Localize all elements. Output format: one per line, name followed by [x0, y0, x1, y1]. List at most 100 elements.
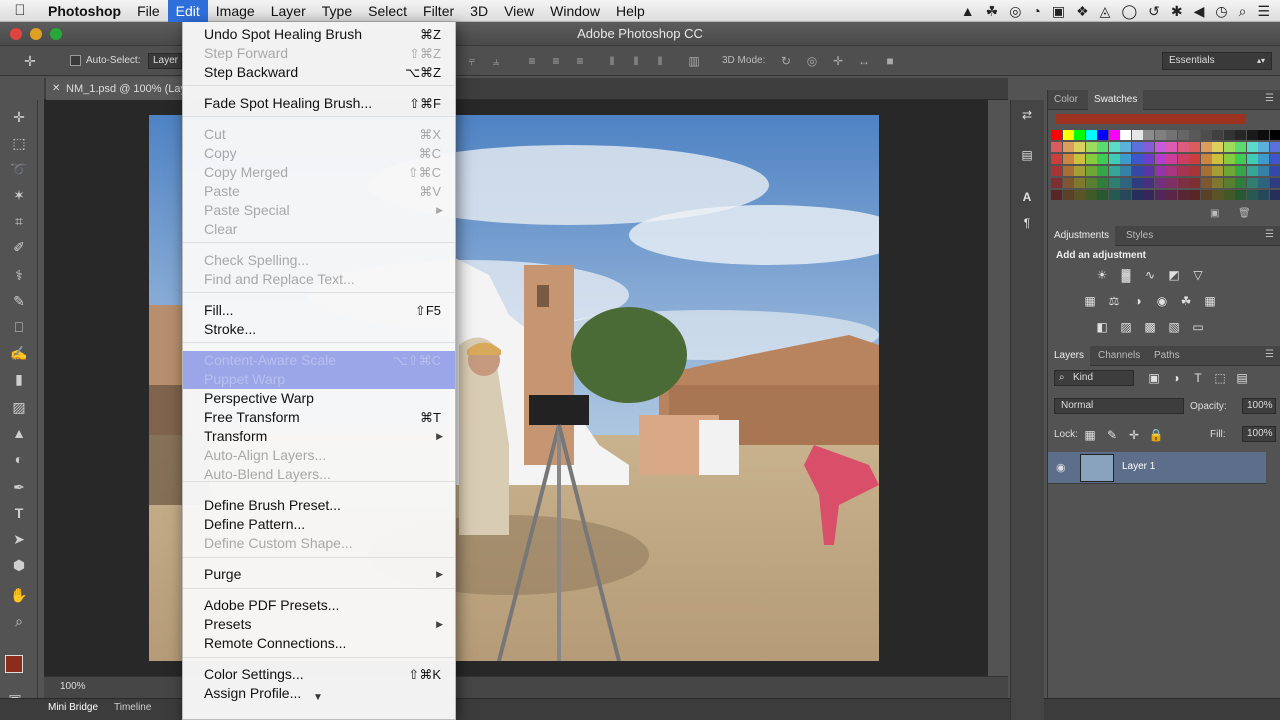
invert-icon[interactable]: ◧	[1094, 320, 1110, 334]
swatch[interactable]	[1120, 130, 1131, 140]
swatch[interactable]	[1269, 142, 1280, 152]
swatch[interactable]	[1258, 190, 1269, 200]
search-icon[interactable]: ⌕	[1239, 3, 1247, 20]
swatch[interactable]	[1223, 178, 1235, 188]
swatch[interactable]	[1166, 142, 1177, 152]
close-window-button[interactable]	[10, 28, 22, 40]
move-tool-preset-icon[interactable]: ✛	[22, 53, 38, 69]
swatch[interactable]	[1235, 178, 1246, 188]
swatch[interactable]	[1223, 142, 1235, 152]
menu-filter[interactable]: Filter	[415, 0, 462, 22]
filter-pixel-icon[interactable]: ▣	[1146, 371, 1162, 385]
swatch[interactable]	[1154, 142, 1166, 152]
edit-menu-item[interactable]: Stroke...	[183, 320, 455, 339]
menu-file[interactable]: File	[129, 0, 168, 22]
swatch[interactable]	[1097, 130, 1108, 140]
swatch[interactable]	[1235, 190, 1246, 200]
swatch[interactable]	[1143, 178, 1154, 188]
swatch[interactable]	[1062, 190, 1074, 200]
swatch[interactable]	[1269, 154, 1280, 164]
swatch[interactable]	[1189, 178, 1200, 188]
color-lookup-icon[interactable]: ▦	[1202, 294, 1218, 308]
3d-drag-icon[interactable]: ✛	[830, 53, 846, 69]
evernote-icon[interactable]: ☘	[986, 3, 999, 20]
hue-saturation-icon[interactable]: ▦	[1082, 294, 1098, 308]
edit-menu-item[interactable]: Remote Connections...	[183, 634, 455, 653]
type-tool-icon[interactable]: T	[8, 502, 30, 524]
new-swatch-icon[interactable]: ▣	[1210, 208, 1219, 219]
swatch[interactable]	[1258, 154, 1269, 164]
menu-window[interactable]: Window	[542, 0, 608, 22]
fill-input[interactable]: 100%	[1242, 426, 1276, 442]
align-top-icon[interactable]: ⫧	[464, 53, 480, 69]
pen-tool-icon[interactable]: ✒	[8, 476, 30, 498]
trash-icon[interactable]: 🗑	[1238, 208, 1251, 219]
swatch[interactable]	[1177, 130, 1189, 140]
path-selection-tool-icon[interactable]: ➤	[8, 528, 30, 550]
swatch[interactable]	[1074, 154, 1085, 164]
swatch[interactable]	[1269, 178, 1280, 188]
zoom-window-button[interactable]	[50, 28, 62, 40]
swatch[interactable]	[1200, 166, 1212, 176]
swatch[interactable]	[1269, 130, 1280, 140]
swatch[interactable]	[1166, 130, 1177, 140]
properties-panel-icon[interactable]: ▤	[1019, 148, 1035, 162]
3d-slide-icon[interactable]: ↔	[856, 53, 872, 69]
swatch[interactable]	[1074, 130, 1085, 140]
edit-menu-item[interactable]: Fade Spot Healing Brush... ⇧⌘F	[183, 94, 455, 113]
edit-menu-item[interactable]: Transform ▶	[183, 427, 455, 446]
history-panel-icon[interactable]: ⇄	[1019, 108, 1035, 122]
edit-menu-item[interactable]: Color Settings... ⇧⌘K	[183, 665, 455, 684]
lock-position-icon[interactable]: ✛	[1126, 428, 1142, 442]
swatch[interactable]	[1154, 178, 1166, 188]
menu-3d[interactable]: 3D	[462, 0, 496, 22]
tab-swatches[interactable]: Swatches	[1088, 90, 1144, 110]
swatch[interactable]	[1051, 130, 1062, 140]
workspace-switcher[interactable]: Essentials ▴▾	[1162, 52, 1272, 70]
edit-menu-item[interactable]: Define Brush Preset...	[183, 496, 455, 515]
apple-icon[interactable]: 	[0, 0, 40, 22]
swatch[interactable]	[1235, 154, 1246, 164]
swatch[interactable]	[1269, 190, 1280, 200]
swatch[interactable]	[1166, 154, 1177, 164]
swatch[interactable]	[1269, 166, 1280, 176]
swatch[interactable]	[1177, 178, 1189, 188]
tab-adjustments[interactable]: Adjustments	[1048, 226, 1116, 246]
swatch[interactable]	[1189, 190, 1200, 200]
swatch[interactable]	[1189, 142, 1200, 152]
eraser-tool-icon[interactable]: ▮	[8, 368, 30, 390]
swatch[interactable]	[1154, 154, 1166, 164]
zoom-level[interactable]: 100%	[60, 681, 86, 692]
auto-select-checkbox[interactable]	[70, 55, 81, 66]
filter-shape-icon[interactable]: ⬚	[1212, 371, 1228, 385]
swatch[interactable]	[1246, 190, 1258, 200]
swatch[interactable]	[1085, 190, 1097, 200]
swatch[interactable]	[1189, 154, 1200, 164]
swatch[interactable]	[1200, 130, 1212, 140]
swatch[interactable]	[1108, 142, 1120, 152]
swatch[interactable]	[1131, 166, 1143, 176]
timemachine-icon[interactable]: ↺	[1148, 3, 1160, 20]
swatch[interactable]	[1051, 166, 1062, 176]
swatch[interactable]	[1246, 154, 1258, 164]
document-tab[interactable]: ✕ NM_1.psd @ 100% (Lay	[46, 78, 186, 100]
swatch[interactable]	[1143, 130, 1154, 140]
swatch[interactable]	[1120, 190, 1131, 200]
gradient-map-icon[interactable]: ▭	[1190, 320, 1206, 334]
tab-mini-bridge[interactable]: Mini Bridge	[48, 702, 98, 713]
selective-color-icon[interactable]: ▧	[1166, 320, 1182, 334]
swatch[interactable]	[1062, 154, 1074, 164]
swatch[interactable]	[1223, 154, 1235, 164]
swatch[interactable]	[1097, 142, 1108, 152]
distribute-vcenter-icon[interactable]: ≡	[548, 53, 564, 69]
edit-menu-item[interactable]: Fill... ⇧F5	[183, 301, 455, 320]
swatch[interactable]	[1108, 166, 1120, 176]
swatch[interactable]	[1246, 166, 1258, 176]
menu-view[interactable]: View	[496, 0, 542, 22]
edit-menu-item[interactable]: Step Backward ⌥⌘Z	[183, 63, 455, 82]
lock-transparent-icon[interactable]: ▦	[1082, 428, 1098, 442]
swatch[interactable]	[1062, 142, 1074, 152]
swatch[interactable]	[1085, 154, 1097, 164]
brightness-contrast-icon[interactable]: ☀	[1094, 268, 1110, 282]
swatch[interactable]	[1154, 130, 1166, 140]
